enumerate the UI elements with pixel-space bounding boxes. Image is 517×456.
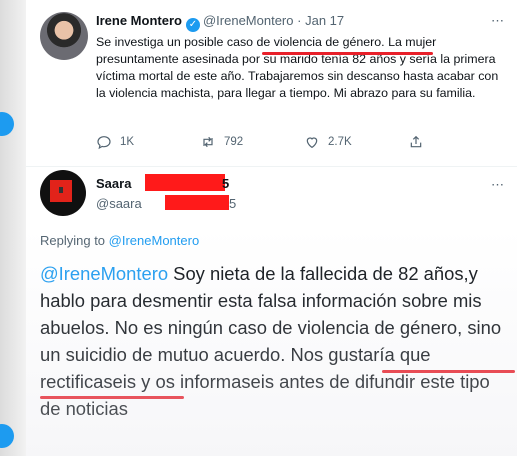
- reply-count: 1K: [120, 136, 135, 148]
- more-icon[interactable]: ⋯: [491, 13, 505, 29]
- original-tweet[interactable]: Irene Montero ✓ @IreneMontero · Jan 17 ⋯ S…: [26, 0, 517, 166]
- divider: [26, 166, 517, 167]
- tweet-date[interactable]: Jan 17: [305, 13, 344, 28]
- avatar[interactable]: [40, 12, 88, 60]
- retweet-icon: [203, 136, 213, 148]
- tweet-thread: Irene Montero ✓ @IreneMontero · Jan 17 ⋯ S…: [26, 0, 517, 456]
- replying-prefix: Replying to: [40, 233, 109, 248]
- redaction-bar: [165, 195, 229, 210]
- reply-author-name[interactable]: Saara: [96, 176, 131, 191]
- tweet-text: Se investiga un posible caso de violenci…: [96, 35, 499, 100]
- left-gutter: [0, 0, 26, 456]
- replying-to-link[interactable]: @IreneMontero: [109, 233, 200, 248]
- floating-action-icon: [0, 424, 14, 448]
- reply-name-suffix: 5: [222, 176, 230, 191]
- like-count: 2.7K: [328, 136, 352, 148]
- reply-author-handle[interactable]: @saara: [96, 196, 142, 211]
- avatar-logo: [50, 180, 72, 202]
- verified-badge-icon: ✓: [185, 18, 200, 32]
- more-icon[interactable]: ⋯: [491, 177, 505, 193]
- highlight-underline: [40, 396, 184, 399]
- redaction-bar: [145, 174, 225, 191]
- reply-handle-suffix: 5: [229, 196, 237, 211]
- like-icon: [306, 137, 318, 149]
- author-name[interactable]: Irene Montero: [96, 13, 182, 28]
- reply-button[interactable]: 1K: [96, 134, 134, 150]
- share-button[interactable]: [408, 134, 424, 150]
- share-icon: [410, 135, 422, 148]
- tweet-header: Irene Montero ✓ @IreneMontero · Jan 17: [96, 13, 344, 32]
- retweet-count: 792: [224, 136, 244, 148]
- mention-link[interactable]: @IreneMontero: [40, 263, 168, 284]
- highlight-underline: [382, 370, 515, 373]
- author-handle[interactable]: @IreneMontero: [203, 13, 294, 28]
- tweet-actions: 1K 792 2.7K: [96, 134, 506, 152]
- replying-to: Replying to @IreneMontero: [40, 233, 199, 248]
- retweet-button[interactable]: 792: [200, 134, 243, 150]
- dot-separator: ·: [297, 13, 302, 28]
- highlight-underline: [262, 52, 433, 55]
- reply-icon: [97, 136, 111, 150]
- floating-compose-icon: [0, 112, 14, 136]
- like-button[interactable]: 2.7K: [304, 134, 352, 150]
- avatar[interactable]: [40, 170, 86, 216]
